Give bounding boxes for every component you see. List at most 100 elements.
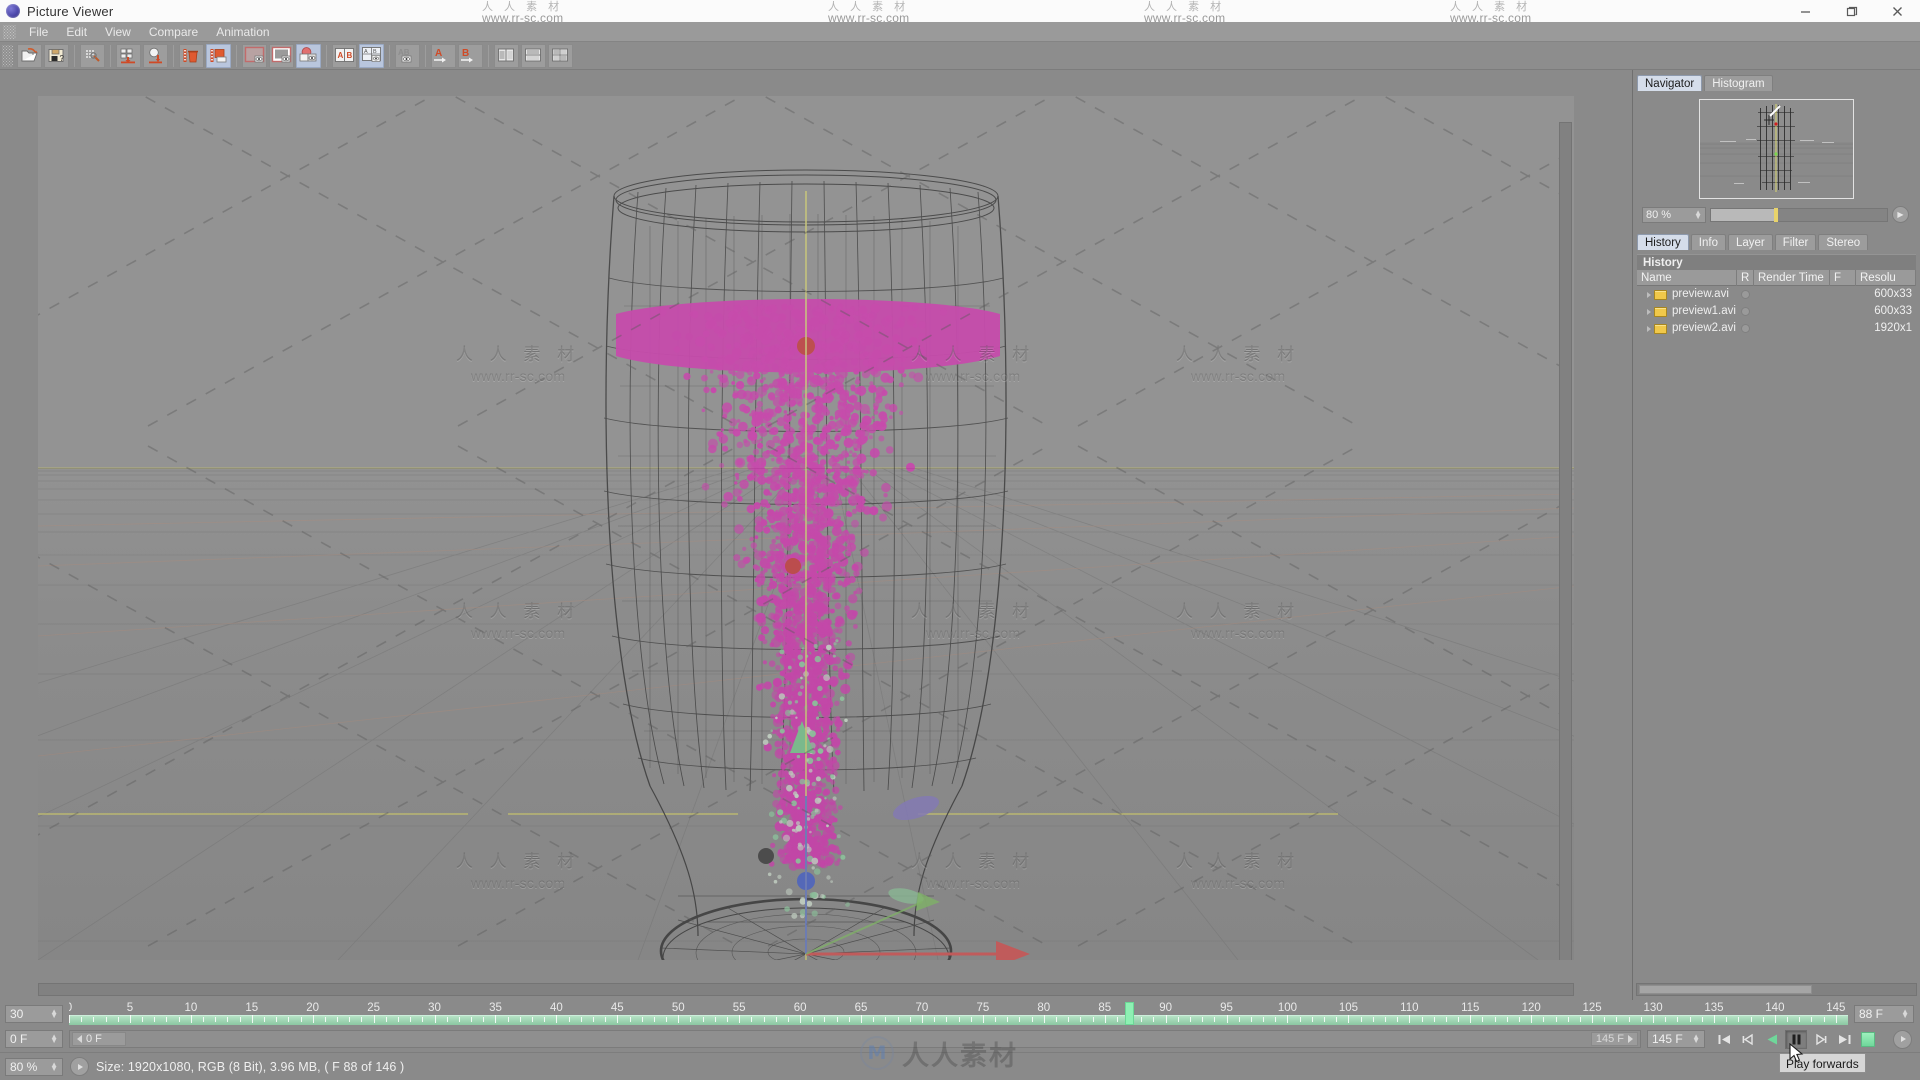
- status-zoom-field[interactable]: 80 % ▲ ▼: [5, 1057, 63, 1076]
- history-row-f: [1830, 286, 1856, 303]
- menu-item-edit[interactable]: Edit: [57, 22, 96, 42]
- status-zoom-spinner[interactable]: ▲ ▼: [50, 1060, 58, 1072]
- tab-stereo[interactable]: Stereo: [1818, 234, 1869, 250]
- timeline-tick: [1445, 1017, 1447, 1022]
- image-viewport[interactable]: 人 人 素 材 www.rr-sc.com 人 人 素 材 www.rr-sc.com…: [0, 70, 1632, 1000]
- layout-ab-vertical-icon[interactable]: [521, 43, 546, 68]
- status-play-icon[interactable]: [70, 1057, 89, 1076]
- menu-item-file[interactable]: File: [20, 22, 57, 42]
- timeline-tick: [580, 1017, 582, 1022]
- expand-arrow-icon[interactable]: [1647, 291, 1651, 298]
- timeline-tick: [629, 1017, 631, 1022]
- column-header-render-time[interactable]: Render Time: [1754, 269, 1830, 286]
- column-header-resolution[interactable]: Resolu: [1856, 269, 1916, 286]
- view-single-a-icon[interactable]: [242, 43, 267, 68]
- maximize-button[interactable]: [1828, 0, 1874, 22]
- menu-item-view[interactable]: View: [96, 22, 140, 42]
- tab-history[interactable]: History: [1637, 234, 1689, 250]
- minimize-button[interactable]: [1782, 0, 1828, 22]
- menu-item-compare[interactable]: Compare: [140, 22, 207, 42]
- timeline-tick: [1750, 1017, 1752, 1022]
- loop-block-icon: [1861, 1031, 1875, 1047]
- timeline-tick: [93, 1017, 95, 1022]
- timeline-tick-label: 100: [1277, 1002, 1298, 1014]
- open-image-icon[interactable]: [17, 43, 42, 68]
- scrub-track[interactable]: 0 F 145 F: [69, 1030, 1641, 1048]
- frame-counter-spinner[interactable]: ▲ ▼: [1901, 1008, 1909, 1020]
- render-canvas[interactable]: 人 人 素 材 www.rr-sc.com 人 人 素 材 www.rr-sc.com…: [38, 96, 1574, 960]
- step-back-button[interactable]: [1737, 1030, 1759, 1049]
- end-frame-spinner[interactable]: ▲ ▼: [1692, 1033, 1700, 1045]
- menu-grip-handle[interactable]: [3, 24, 16, 39]
- tab-navigator[interactable]: Navigator: [1637, 75, 1703, 91]
- tab-filter[interactable]: Filter: [1774, 234, 1817, 250]
- table-row[interactable]: preview.avi 600x33: [1637, 286, 1916, 303]
- go-to-start-button[interactable]: [1713, 1030, 1735, 1049]
- expand-arrow-icon[interactable]: [1647, 325, 1651, 332]
- compare-quad-icon[interactable]: A B: [359, 43, 384, 68]
- navigator-zoom-slider[interactable]: [1710, 207, 1888, 222]
- timeline-tick: [1275, 1017, 1277, 1022]
- duplicate-frame-icon[interactable]: [206, 43, 231, 68]
- history-row-name: preview.avi: [1672, 288, 1729, 300]
- navigator-zoom-field[interactable]: 80 % ▲ ▼: [1642, 206, 1706, 223]
- play-backwards-button[interactable]: [1761, 1030, 1783, 1049]
- table-row[interactable]: preview1.avi 600x33: [1637, 303, 1916, 320]
- table-row[interactable]: preview2.avi 1920x1: [1637, 320, 1916, 337]
- save-image-icon[interactable]: ?: [44, 43, 69, 68]
- column-header-f[interactable]: F: [1830, 269, 1856, 286]
- viewport-horizontal-scrollbar[interactable]: [38, 983, 1574, 996]
- view-single-b-icon[interactable]: [269, 43, 294, 68]
- column-header-r[interactable]: R: [1737, 269, 1754, 286]
- menu-item-animation[interactable]: Animation: [207, 22, 278, 42]
- timeline-tick-label: 80: [1037, 1002, 1051, 1014]
- scrub-end-handle[interactable]: 145 F: [1590, 1032, 1638, 1046]
- step-forward-button[interactable]: [1809, 1030, 1831, 1049]
- layout-ab-horizontal-icon[interactable]: [494, 43, 519, 68]
- timeline-tick-label: 90: [1159, 1002, 1173, 1014]
- scrub-start-handle[interactable]: 0 F: [72, 1032, 126, 1046]
- tab-histogram[interactable]: Histogram: [1704, 75, 1773, 91]
- layout-ab-quad-icon[interactable]: [548, 43, 573, 68]
- timeline-tick: [861, 1015, 863, 1023]
- options-play-icon[interactable]: [1893, 1029, 1912, 1049]
- import-sequence-icon[interactable]: [116, 43, 141, 68]
- timeline-tick: [495, 1015, 497, 1023]
- compare-diff-icon[interactable]: AB: [395, 43, 420, 68]
- history-row-render-time: [1754, 320, 1830, 337]
- timeline-tick: [1470, 1015, 1472, 1023]
- timeline-playhead[interactable]: [1125, 1002, 1135, 1025]
- compare-ab-icon[interactable]: A B: [332, 43, 357, 68]
- delete-frame-icon[interactable]: [179, 43, 204, 68]
- current-frame-spinner[interactable]: ▲ ▼: [50, 1033, 58, 1045]
- toolbar-grip-handle[interactable]: [2, 44, 13, 67]
- end-frame-field[interactable]: 145 F ▲ ▼: [1647, 1030, 1705, 1048]
- tab-layer[interactable]: Layer: [1727, 234, 1773, 250]
- settings-icon[interactable]: [80, 43, 105, 68]
- import-single-icon[interactable]: [143, 43, 168, 68]
- play-icon[interactable]: ▶: [1892, 206, 1909, 223]
- timeline-ruler[interactable]: 0 5 10 15 20 25 30 35 40 45 50 55 60 65 70 75 80 85 90 95 10…: [69, 1002, 1848, 1026]
- navigator-zoom-spinner[interactable]: ▲ ▼: [1694, 208, 1702, 220]
- current-frame-field[interactable]: 0 F ▲ ▼: [5, 1030, 63, 1048]
- timeline-tick: [1202, 1017, 1204, 1022]
- loop-button[interactable]: [1857, 1030, 1879, 1049]
- view-blend-icon[interactable]: [296, 43, 321, 68]
- viewport-vertical-scrollbar[interactable]: [1559, 122, 1572, 960]
- frame-counter-field[interactable]: 88 F ▲ ▼: [1854, 1005, 1914, 1023]
- expand-arrow-icon[interactable]: [1647, 308, 1651, 315]
- column-header-name[interactable]: Name: [1637, 269, 1737, 286]
- menu-bar: File Edit View Compare Animation: [0, 22, 1920, 42]
- fps-field[interactable]: 30 ▲ ▼: [5, 1005, 63, 1023]
- timeline-tick: [824, 1017, 826, 1022]
- history-horizontal-scrollbar[interactable]: [1636, 983, 1917, 996]
- end-frame-value: 145 F: [1652, 1032, 1683, 1046]
- fps-spinner[interactable]: ▲ ▼: [50, 1008, 58, 1020]
- navigator-thumbnail[interactable]: [1699, 99, 1854, 199]
- tab-info[interactable]: Info: [1690, 234, 1726, 250]
- go-to-end-button[interactable]: [1833, 1030, 1855, 1049]
- assign-a-icon[interactable]: A: [431, 43, 456, 68]
- timeline-tick: [154, 1017, 156, 1022]
- assign-b-icon[interactable]: B: [458, 43, 483, 68]
- close-button[interactable]: [1874, 0, 1920, 22]
